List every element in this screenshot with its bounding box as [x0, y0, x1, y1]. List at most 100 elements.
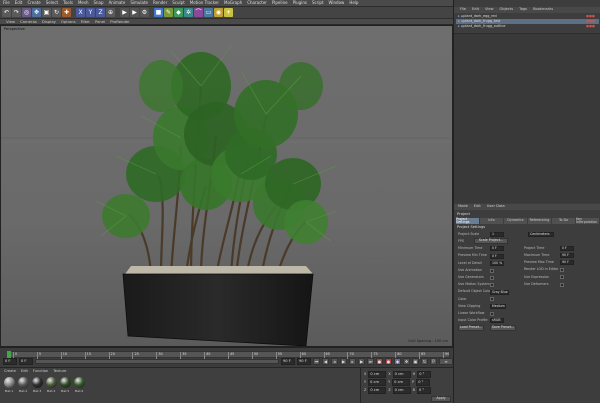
material-menu-create[interactable]: Create: [4, 369, 16, 374]
attribute-checkbox[interactable]: [490, 268, 494, 273]
cube-icon[interactable]: ■: [154, 8, 163, 17]
material-swatch[interactable]: Mat.2: [17, 377, 29, 393]
preview-range-slider[interactable]: [35, 359, 279, 364]
material-swatch[interactable]: Mat.5: [59, 377, 71, 393]
prev-frame-icon[interactable]: ◂: [331, 358, 338, 365]
attribute-value-field[interactable]: 0 F: [490, 246, 504, 252]
rotation-field[interactable]: 0 °: [416, 379, 431, 386]
attribute-value-field[interactable]: 1: [490, 232, 504, 237]
rotation-field[interactable]: 0 °: [417, 371, 432, 378]
menu-select[interactable]: Select: [46, 1, 58, 5]
attribute-tab[interactable]: Key Interpolation: [576, 217, 599, 224]
render-picture-viewer-icon[interactable]: ▶: [130, 8, 139, 17]
viewport-menu-prorender[interactable]: ProRender: [110, 19, 130, 24]
x-axis-icon[interactable]: X: [76, 8, 85, 17]
timeline-menu-icon[interactable]: ≡: [439, 358, 453, 365]
next-key-icon[interactable]: ▶: [358, 358, 365, 365]
menu-simulate[interactable]: Simulate: [130, 1, 148, 5]
light-icon[interactable]: ☀: [224, 8, 233, 17]
object-manager-empty-area[interactable]: [454, 33, 600, 203]
keyframe-selection-icon[interactable]: ◆: [394, 358, 401, 365]
attribute-menu-mode[interactable]: Mode: [458, 205, 468, 209]
undo-icon[interactable]: ↶: [2, 8, 11, 17]
object-menu-edit[interactable]: Edit: [472, 8, 479, 12]
prev-key-icon[interactable]: ◀: [322, 358, 329, 365]
attribute-checkbox[interactable]: [560, 282, 564, 287]
attribute-menu-edit[interactable]: Edit: [474, 205, 481, 209]
menu-tools[interactable]: Tools: [63, 1, 73, 5]
play-icon[interactable]: ▶: [340, 358, 347, 365]
goto-start-icon[interactable]: ⏮: [313, 358, 320, 365]
viewport-menu-display[interactable]: Display: [42, 19, 56, 24]
attribute-value-field[interactable]: 100 %: [490, 260, 504, 266]
perspective-viewport[interactable]: Perspective Grid Spacing: 100 cm: [0, 25, 453, 347]
current-frame-field[interactable]: 0 F: [19, 358, 33, 365]
size-field[interactable]: 0 cm: [392, 387, 411, 394]
attribute-checkbox[interactable]: [490, 275, 494, 280]
menu-sculpt[interactable]: Sculpt: [172, 1, 185, 5]
recent-tools-icon[interactable]: ✚: [62, 8, 71, 17]
attribute-checkbox[interactable]: [560, 268, 564, 273]
attribute-menu-user-data[interactable]: User Data: [487, 205, 505, 209]
attribute-checkbox[interactable]: [560, 275, 564, 280]
y-axis-icon[interactable]: Y: [86, 8, 95, 17]
menu-edit[interactable]: Edit: [15, 1, 23, 5]
position-field[interactable]: 0 cm: [368, 379, 387, 386]
attribute-value-field[interactable]: 90 F: [560, 260, 574, 266]
object-menu-file[interactable]: File: [460, 8, 466, 12]
apply-button[interactable]: Apply: [431, 396, 451, 402]
menu-mograph[interactable]: MoGraph: [224, 1, 242, 5]
attribute-checkbox[interactable]: [490, 282, 494, 287]
material-swatch[interactable]: Mat.4: [45, 377, 57, 393]
material-menu-edit[interactable]: Edit: [21, 369, 28, 374]
menu-pipeline[interactable]: Pipeline: [272, 1, 288, 5]
attribute-value-field[interactable]: Gray Blue: [490, 289, 509, 295]
subdivision-icon[interactable]: ◆: [174, 8, 183, 17]
coordinate-system-icon[interactable]: ⊕: [106, 8, 115, 17]
menu-window[interactable]: Window: [329, 1, 345, 5]
attribute-tab[interactable]: Referencing: [528, 218, 551, 224]
attribute-value-field[interactable]: sRGB: [490, 318, 504, 324]
render-view-icon[interactable]: ▶: [120, 8, 129, 17]
menu-animate[interactable]: Animate: [109, 1, 126, 5]
max-frame-field[interactable]: 90 F: [297, 358, 311, 365]
attribute-value-field[interactable]: Medium: [490, 304, 506, 309]
menu-help[interactable]: Help: [349, 1, 358, 5]
move-icon[interactable]: ✥: [32, 8, 41, 17]
attribute-value-field[interactable]: 0 F: [490, 253, 504, 259]
next-frame-icon[interactable]: ▸: [349, 358, 356, 365]
size-field[interactable]: 0 cm: [392, 379, 411, 386]
object-menu-tags[interactable]: Tags: [519, 8, 527, 12]
material-swatch[interactable]: Mat.3: [31, 377, 43, 393]
rotation-key-icon[interactable]: ↻: [421, 358, 428, 365]
viewport-menu-cameras[interactable]: Cameras: [20, 19, 37, 24]
material-menu-texture[interactable]: Texture: [53, 369, 66, 374]
object-menu-bookmarks[interactable]: Bookmarks: [533, 8, 553, 12]
position-field[interactable]: 0 cm: [368, 371, 387, 378]
record-icon[interactable]: ●: [376, 358, 383, 365]
material-menu-function[interactable]: Function: [33, 369, 48, 374]
menu-file[interactable]: File: [3, 1, 10, 5]
menu-script[interactable]: Script: [312, 1, 324, 5]
material-swatch[interactable]: Mat.1: [3, 377, 15, 393]
object-menu-view[interactable]: View: [485, 8, 494, 12]
scale-key-icon[interactable]: ▣: [412, 358, 419, 365]
attribute-value-field[interactable]: 90 F: [560, 253, 574, 259]
position-field[interactable]: 0 cm: [368, 387, 387, 394]
floor-icon[interactable]: ▭: [204, 8, 213, 17]
scale-unit-dropdown[interactable]: Centimeters: [528, 232, 554, 237]
pen-spline-icon[interactable]: ✎: [164, 8, 173, 17]
goto-end-icon[interactable]: ⏭: [367, 358, 374, 365]
end-frame-field[interactable]: 90 F: [281, 358, 295, 365]
viewport-menu-panel[interactable]: Panel: [95, 19, 105, 24]
menu-render[interactable]: Render: [153, 1, 167, 5]
viewport-menu-filter[interactable]: Filter: [81, 19, 90, 24]
attribute-tab[interactable]: Project Settings: [456, 217, 479, 224]
viewport-menu-view[interactable]: View: [6, 19, 15, 24]
attribute-tab[interactable]: Info: [480, 218, 503, 224]
live-selection-icon[interactable]: ◎: [22, 8, 31, 17]
save-preset-button[interactable]: Save Preset...: [490, 325, 516, 331]
attribute-checkbox[interactable]: [490, 311, 494, 316]
autokey-icon[interactable]: ●: [385, 358, 392, 365]
attribute-tab[interactable]: Dynamics: [504, 218, 527, 224]
